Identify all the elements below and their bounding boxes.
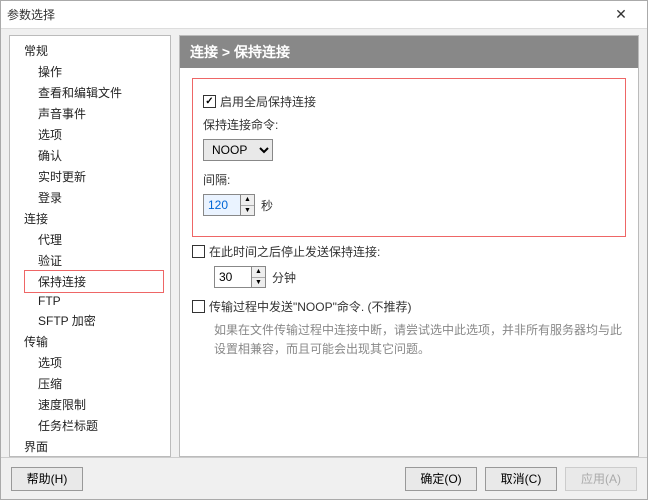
interval-label: 间隔: <box>203 171 230 188</box>
idle-stop-input-row: ▲▼ 分钟 <box>192 266 626 288</box>
panel-breadcrumb: 连接 > 保持连接 <box>180 36 638 68</box>
preferences-window: 参数选择 ✕ 常规操作查看和编辑文件声音事件选项确认实时更新登录连接代理验证保持… <box>0 0 648 500</box>
close-icon[interactable]: ✕ <box>601 6 641 23</box>
spin-up-icon[interactable]: ▲ <box>252 267 265 278</box>
tree-item[interactable]: FTP <box>10 292 170 310</box>
window-title: 参数选择 <box>7 6 601 23</box>
during-transfer-checkbox[interactable] <box>192 300 205 313</box>
enable-keep-alive-label: 启用全局保持连接 <box>220 93 316 110</box>
tree-item[interactable]: 操作 <box>10 61 170 82</box>
during-transfer-row[interactable]: 传输过程中发送"NOOP"命令. (不推荐) <box>192 298 626 315</box>
apply-button: 应用(A) <box>565 467 637 491</box>
command-label: 保持连接命令: <box>203 116 278 133</box>
tree-item[interactable]: 传输 <box>10 331 170 352</box>
interval-spinner[interactable]: ▲▼ <box>240 195 254 215</box>
interval-input-row: ▲▼ 秒 <box>203 194 615 216</box>
tree-item[interactable]: 选项 <box>10 352 170 373</box>
idle-stop-checkbox[interactable] <box>192 245 205 258</box>
tree-item[interactable]: 压缩 <box>10 373 170 394</box>
interval-label-row: 间隔: <box>203 171 615 188</box>
keep-alive-group: 启用全局保持连接 保持连接命令: NOOP 间隔: <box>192 78 626 237</box>
tree-item[interactable]: 常规 <box>10 40 170 61</box>
panel-body: 启用全局保持连接 保持连接命令: NOOP 间隔: <box>180 68 638 456</box>
spin-down-icon[interactable]: ▼ <box>252 278 265 288</box>
during-transfer-label: 传输过程中发送"NOOP"命令. (不推荐) <box>209 298 412 315</box>
enable-keep-alive-row[interactable]: 启用全局保持连接 <box>203 93 615 110</box>
idle-stop-row[interactable]: 在此时间之后停止发送保持连接: <box>192 243 626 260</box>
help-button[interactable]: 帮助(H) <box>11 467 83 491</box>
tree-item[interactable]: 查看和编辑文件 <box>10 82 170 103</box>
tree-item[interactable]: 选项 <box>10 124 170 145</box>
window-body: 常规操作查看和编辑文件声音事件选项确认实时更新登录连接代理验证保持连接FTPSF… <box>1 29 647 457</box>
tree-item[interactable]: 保持连接 <box>24 270 164 293</box>
tree-item[interactable]: 界面 <box>10 436 170 457</box>
during-transfer-hint: 如果在文件传输过程中连接中断，请尝试选中此选项，并非所有服务器均与此设置相兼容，… <box>214 321 626 359</box>
cancel-button[interactable]: 取消(C) <box>485 467 557 491</box>
idle-stop-label: 在此时间之后停止发送保持连接: <box>209 243 380 260</box>
idle-stop-stepper[interactable]: ▲▼ <box>214 266 266 288</box>
idle-stop-unit: 分钟 <box>272 269 296 286</box>
spin-down-icon[interactable]: ▼ <box>241 206 254 216</box>
titlebar: 参数选择 ✕ <box>1 1 647 29</box>
footer: 帮助(H) 确定(O) 取消(C) 应用(A) <box>1 457 647 499</box>
tree-item[interactable]: 声音事件 <box>10 103 170 124</box>
spin-up-icon[interactable]: ▲ <box>241 195 254 206</box>
interval-unit: 秒 <box>261 197 273 214</box>
tree-item[interactable]: 速度限制 <box>10 394 170 415</box>
ok-button[interactable]: 确定(O) <box>405 467 477 491</box>
enable-keep-alive-checkbox[interactable] <box>203 95 216 108</box>
tree-item[interactable]: 验证 <box>10 250 170 271</box>
category-tree[interactable]: 常规操作查看和编辑文件声音事件选项确认实时更新登录连接代理验证保持连接FTPSF… <box>9 35 171 457</box>
command-select[interactable]: NOOP <box>203 139 273 161</box>
idle-stop-input[interactable] <box>215 267 251 287</box>
tree-item[interactable]: 登录 <box>10 187 170 208</box>
interval-stepper[interactable]: ▲▼ <box>203 194 255 216</box>
command-label-row: 保持连接命令: <box>203 116 615 133</box>
interval-input[interactable] <box>204 195 240 215</box>
settings-panel: 连接 > 保持连接 启用全局保持连接 保持连接命令: NOOP <box>179 35 639 457</box>
tree-item[interactable]: 实时更新 <box>10 166 170 187</box>
tree-item[interactable]: 确认 <box>10 145 170 166</box>
tree-item[interactable]: SFTP 加密 <box>10 310 170 331</box>
tree-item[interactable]: 连接 <box>10 208 170 229</box>
idle-stop-spinner[interactable]: ▲▼ <box>251 267 265 287</box>
tree-item[interactable]: 任务栏标题 <box>10 415 170 436</box>
tree-item[interactable]: 代理 <box>10 229 170 250</box>
command-select-row: NOOP <box>203 139 615 161</box>
